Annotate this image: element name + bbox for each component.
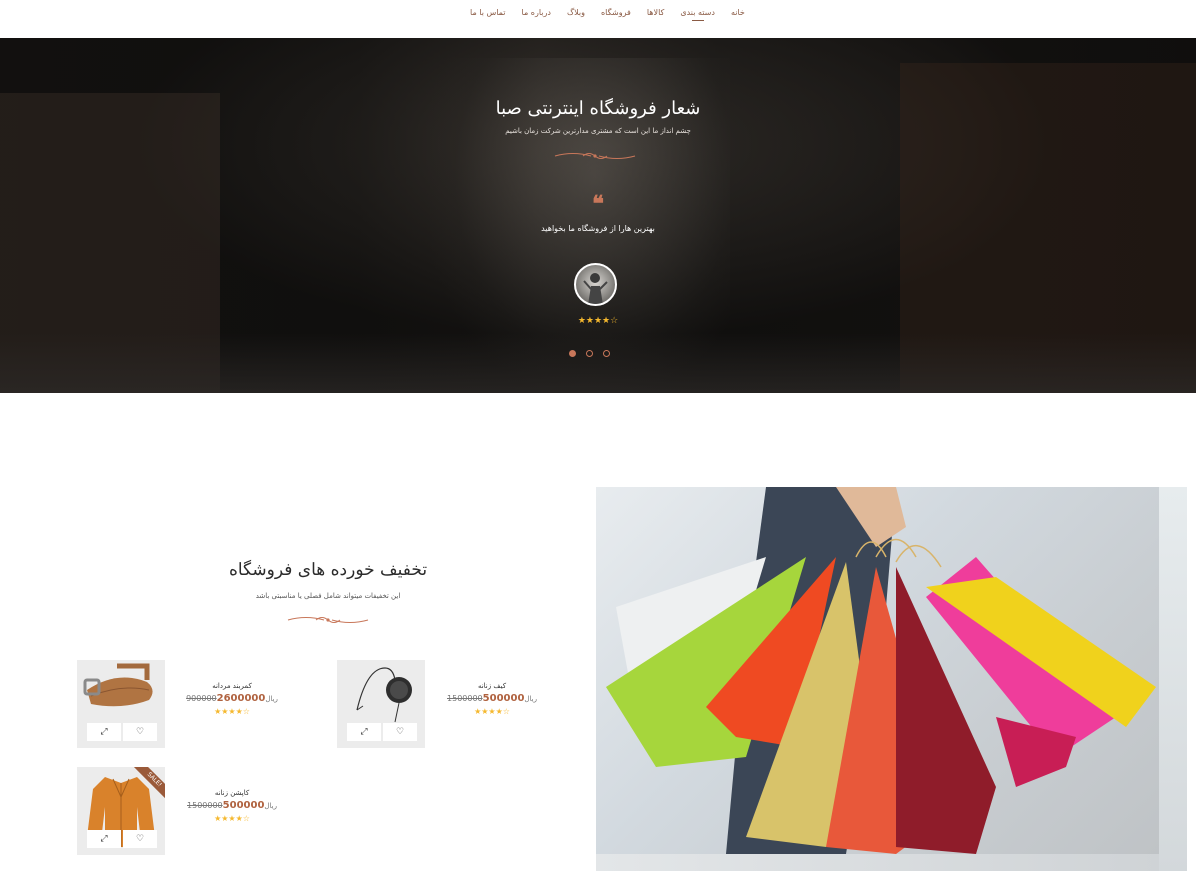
ornament-divider-icon	[554, 153, 636, 159]
nav-menu: خانه دسته بندی کالاها فروشگاه وبلاگ دربا…	[462, 7, 753, 27]
wishlist-button[interactable]: ♡	[123, 830, 157, 848]
heart-icon: ♡	[395, 727, 405, 737]
nav-item-about[interactable]: درباره ما	[514, 7, 559, 27]
product-name[interactable]: کیف زنانه	[432, 680, 552, 692]
product-price: 1500000500000ریال	[432, 692, 552, 706]
old-price: 900000	[186, 694, 217, 703]
testimonial-text: بهترین هارا از فروشگاه ما بخواهید	[541, 224, 655, 233]
nav-item-blog[interactable]: وبلاگ	[559, 7, 593, 27]
expand-icon: ⤢	[100, 834, 108, 844]
nav-item-home[interactable]: خانه	[723, 7, 753, 27]
customer-avatar	[574, 263, 617, 306]
product-price: 9000002600000ریال	[172, 692, 292, 706]
product-rating: ★★★★☆	[214, 814, 250, 823]
product-image-belt[interactable]: ⤢ ♡	[77, 660, 165, 748]
nav-item-contact[interactable]: تماس با ما	[462, 7, 514, 27]
product-name[interactable]: کاپشن زنانه	[172, 787, 292, 799]
quickview-button[interactable]: ⤢	[87, 830, 121, 848]
testimonial-rating: ★★★★☆	[577, 316, 619, 326]
next-slide-preview	[596, 854, 1159, 871]
product-actions: ⤢ ♡	[87, 723, 157, 741]
slider-dot[interactable]	[586, 350, 593, 357]
product-image-bag[interactable]: ⤢ ♡	[337, 660, 425, 748]
product-info: کمربند مردانه 9000002600000ریال ★★★★☆	[172, 680, 292, 718]
product-price: 1500000500000ریال	[172, 799, 292, 813]
ornament-divider-icon	[287, 617, 369, 623]
product-info: کیف زنانه 1500000500000ریال ★★★★☆	[432, 680, 552, 718]
old-price: 1500000	[187, 801, 223, 810]
discount-section-title: تخفیف خورده های فروشگاه	[228, 560, 428, 580]
quote-icon: ❝	[592, 191, 604, 217]
slider-dot[interactable]	[569, 350, 576, 357]
nav-item-shop[interactable]: فروشگاه	[593, 7, 639, 27]
background-street	[0, 333, 1196, 393]
new-price: 500000	[482, 693, 525, 704]
old-price: 1500000	[447, 694, 483, 703]
currency: ریال	[264, 802, 277, 810]
wishlist-button[interactable]: ♡	[123, 723, 157, 741]
slider-dot[interactable]	[603, 350, 610, 357]
quickview-button[interactable]: ⤢	[87, 723, 121, 741]
expand-icon: ⤢	[360, 727, 368, 737]
hero-testimonial-slider: شعار فروشگاه اینترنتی صبا چشم انداز ما ا…	[0, 38, 1196, 393]
slider-pagination	[569, 350, 610, 357]
product-info: کاپشن زنانه 1500000500000ریال ★★★★☆	[172, 787, 292, 825]
nav-item-products[interactable]: کالاها	[639, 7, 672, 27]
quickview-button[interactable]: ⤢	[347, 723, 381, 741]
wishlist-button[interactable]: ♡	[383, 723, 417, 741]
hero-subtitle: چشم انداز ما این است که مشتری مدارترین ش…	[505, 127, 691, 135]
top-navigation: خانه دسته بندی کالاها فروشگاه وبلاگ دربا…	[0, 0, 1196, 38]
discount-section-subtitle: این تخفیفات میتواند شامل فصلی یا مناسبتی…	[255, 592, 401, 600]
product-rating: ★★★★☆	[474, 707, 510, 716]
expand-icon: ⤢	[100, 727, 108, 737]
heart-icon: ♡	[135, 727, 145, 737]
product-rating: ★★★★☆	[214, 707, 250, 716]
product-actions: ⤢ ♡	[347, 723, 417, 741]
currency: ریال	[265, 695, 278, 703]
hero-title: شعار فروشگاه اینترنتی صبا	[495, 98, 701, 119]
nav-item-categories[interactable]: دسته بندی	[672, 7, 723, 27]
side-slide-preview	[1159, 487, 1187, 871]
new-price: 500000	[222, 800, 265, 811]
shopping-bags-illustration	[606, 487, 1156, 854]
new-price: 2600000	[216, 693, 266, 704]
product-name[interactable]: کمربند مردانه	[172, 680, 292, 692]
currency: ریال	[524, 695, 537, 703]
heart-icon: ♡	[135, 834, 145, 844]
product-actions: ⤢ ♡	[87, 830, 157, 848]
product-image-jacket[interactable]: SALE! ⤢ ♡	[77, 767, 165, 855]
shopping-bags-image	[596, 487, 1159, 854]
